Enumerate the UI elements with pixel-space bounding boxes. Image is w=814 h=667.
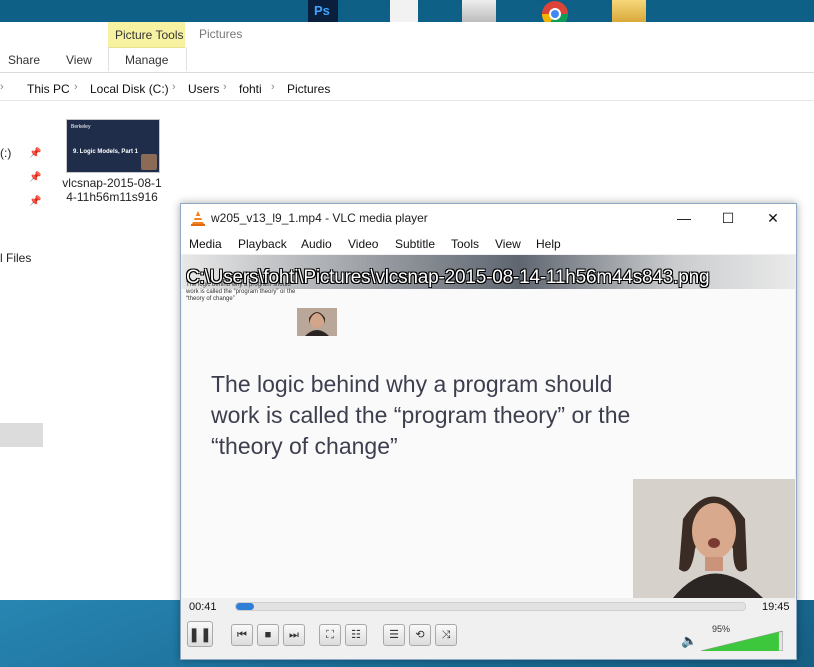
- vlc-menubar: Media Playback Audio Video Subtitle Tool…: [181, 232, 796, 254]
- previous-button[interactable]: ⏮: [231, 624, 253, 646]
- controls-row: ❚❚ ⏮ ■ ⏭ ⛶ ☷ ☰ ⟲ ⤨ 🔈 95%: [181, 618, 796, 658]
- folder-icon[interactable]: [612, 0, 646, 22]
- extended-settings-button[interactable]: ☷: [345, 624, 367, 646]
- vlc-cone-icon: [191, 211, 205, 226]
- breadcrumb-pictures[interactable]: Pictures: [287, 82, 330, 96]
- breadcrumb-users[interactable]: Users: [188, 82, 219, 96]
- file-thumbnail[interactable]: Berkeley 9. Logic Models, Part 1: [66, 119, 160, 173]
- menu-audio[interactable]: Audio: [301, 237, 332, 251]
- pin-icon: 📌: [29, 196, 42, 207]
- pictures-context-label: Pictures: [199, 27, 243, 41]
- chrome-icon[interactable]: [538, 0, 572, 28]
- breadcrumb-local-disk[interactable]: Local Disk (C:): [90, 82, 169, 96]
- close-button[interactable]: ✕: [750, 204, 796, 232]
- maximize-button[interactable]: ☐: [705, 204, 751, 232]
- window-title: w205_v13_l9_1.mp4 - VLC media player: [211, 211, 428, 225]
- menu-help[interactable]: Help: [536, 237, 561, 251]
- menu-playback[interactable]: Playback: [238, 237, 287, 251]
- tab-share[interactable]: Share: [8, 53, 40, 67]
- menu-tools[interactable]: Tools: [451, 237, 479, 251]
- thumbnail-face: [141, 154, 157, 170]
- menu-view[interactable]: View: [495, 237, 521, 251]
- breadcrumb-fohti[interactable]: fohti: [239, 82, 262, 96]
- speaker-webcam: [633, 479, 795, 598]
- loop-button[interactable]: ⟲: [409, 624, 431, 646]
- menu-video[interactable]: Video: [348, 237, 378, 251]
- time-elapsed: 00:41: [189, 601, 217, 613]
- chevron-right-icon[interactable]: ›: [271, 81, 275, 93]
- picture-tools-label: Picture Tools: [115, 28, 184, 42]
- slide-main-text: The logic behind why a program should wo…: [211, 371, 631, 459]
- snapshot-path-osd: C:\Users\fohti\Pictures\vlcsnap-2015-08-…: [186, 267, 710, 288]
- seek-progress: [236, 603, 254, 610]
- photoshop-icon[interactable]: Ps: [308, 0, 338, 22]
- document-icon[interactable]: [390, 0, 418, 22]
- tab-manage-label: Manage: [125, 53, 169, 67]
- nav-item-selected[interactable]: [0, 423, 43, 447]
- chevron-right-icon[interactable]: ›: [223, 81, 227, 93]
- pin-icon: 📌: [29, 172, 42, 183]
- tab-view[interactable]: View: [66, 53, 92, 67]
- speaker-icon[interactable]: 🔈: [681, 633, 697, 649]
- thumbnail-title: 9. Logic Models, Part 1: [73, 149, 139, 155]
- seek-row: 00:41 19:45: [181, 598, 796, 618]
- stop-button[interactable]: ■: [257, 624, 279, 646]
- pause-button[interactable]: ❚❚: [187, 621, 213, 647]
- next-button[interactable]: ⏭: [283, 624, 305, 646]
- vlc-window: w205_v13_l9_1.mp4 - VLC media player — ☐…: [180, 203, 797, 660]
- file-name[interactable]: vlcsnap-2015-08-14-11h56m11s916: [62, 176, 162, 204]
- fullscreen-button[interactable]: ⛶: [319, 624, 341, 646]
- playlist-button[interactable]: ☰: [383, 624, 405, 646]
- minimize-button[interactable]: —: [661, 204, 707, 232]
- video-area[interactable]: The logic behind why a program should wo…: [182, 255, 795, 598]
- volume-slider[interactable]: [701, 631, 783, 651]
- chevron-right-icon[interactable]: ›: [74, 81, 78, 93]
- recycle-bin-icon[interactable]: [462, 0, 496, 22]
- menu-subtitle[interactable]: Subtitle: [395, 237, 435, 251]
- nav-item-files[interactable]: l Files: [0, 251, 31, 265]
- slide-speaker-thumbnail: [297, 308, 337, 336]
- shuffle-button[interactable]: ⤨: [435, 624, 457, 646]
- address-bar[interactable]: › This PC › Local Disk (C:) › Users › fo…: [0, 78, 814, 101]
- ribbon-tabs: Share View Picture Tools Pictures Manage: [0, 22, 814, 73]
- chevron-right-icon: ›: [0, 81, 4, 93]
- chevron-right-icon[interactable]: ›: [172, 81, 176, 93]
- vlc-titlebar[interactable]: w205_v13_l9_1.mp4 - VLC media player — ☐…: [181, 204, 796, 232]
- breadcrumb-this-pc[interactable]: This PC: [27, 82, 70, 96]
- pin-icon: 📌: [29, 148, 42, 159]
- seek-slider[interactable]: [235, 602, 746, 611]
- tab-manage[interactable]: Manage: [108, 47, 187, 71]
- picture-tools-group: Picture Tools: [108, 22, 185, 48]
- navigation-pane: (:) 📌 📌 📌 l Files: [0, 104, 44, 600]
- time-total: 19:45: [762, 601, 790, 613]
- nav-item-drive[interactable]: (:): [0, 146, 11, 160]
- thumbnail-logo: Berkeley: [71, 124, 91, 130]
- menu-media[interactable]: Media: [189, 237, 222, 251]
